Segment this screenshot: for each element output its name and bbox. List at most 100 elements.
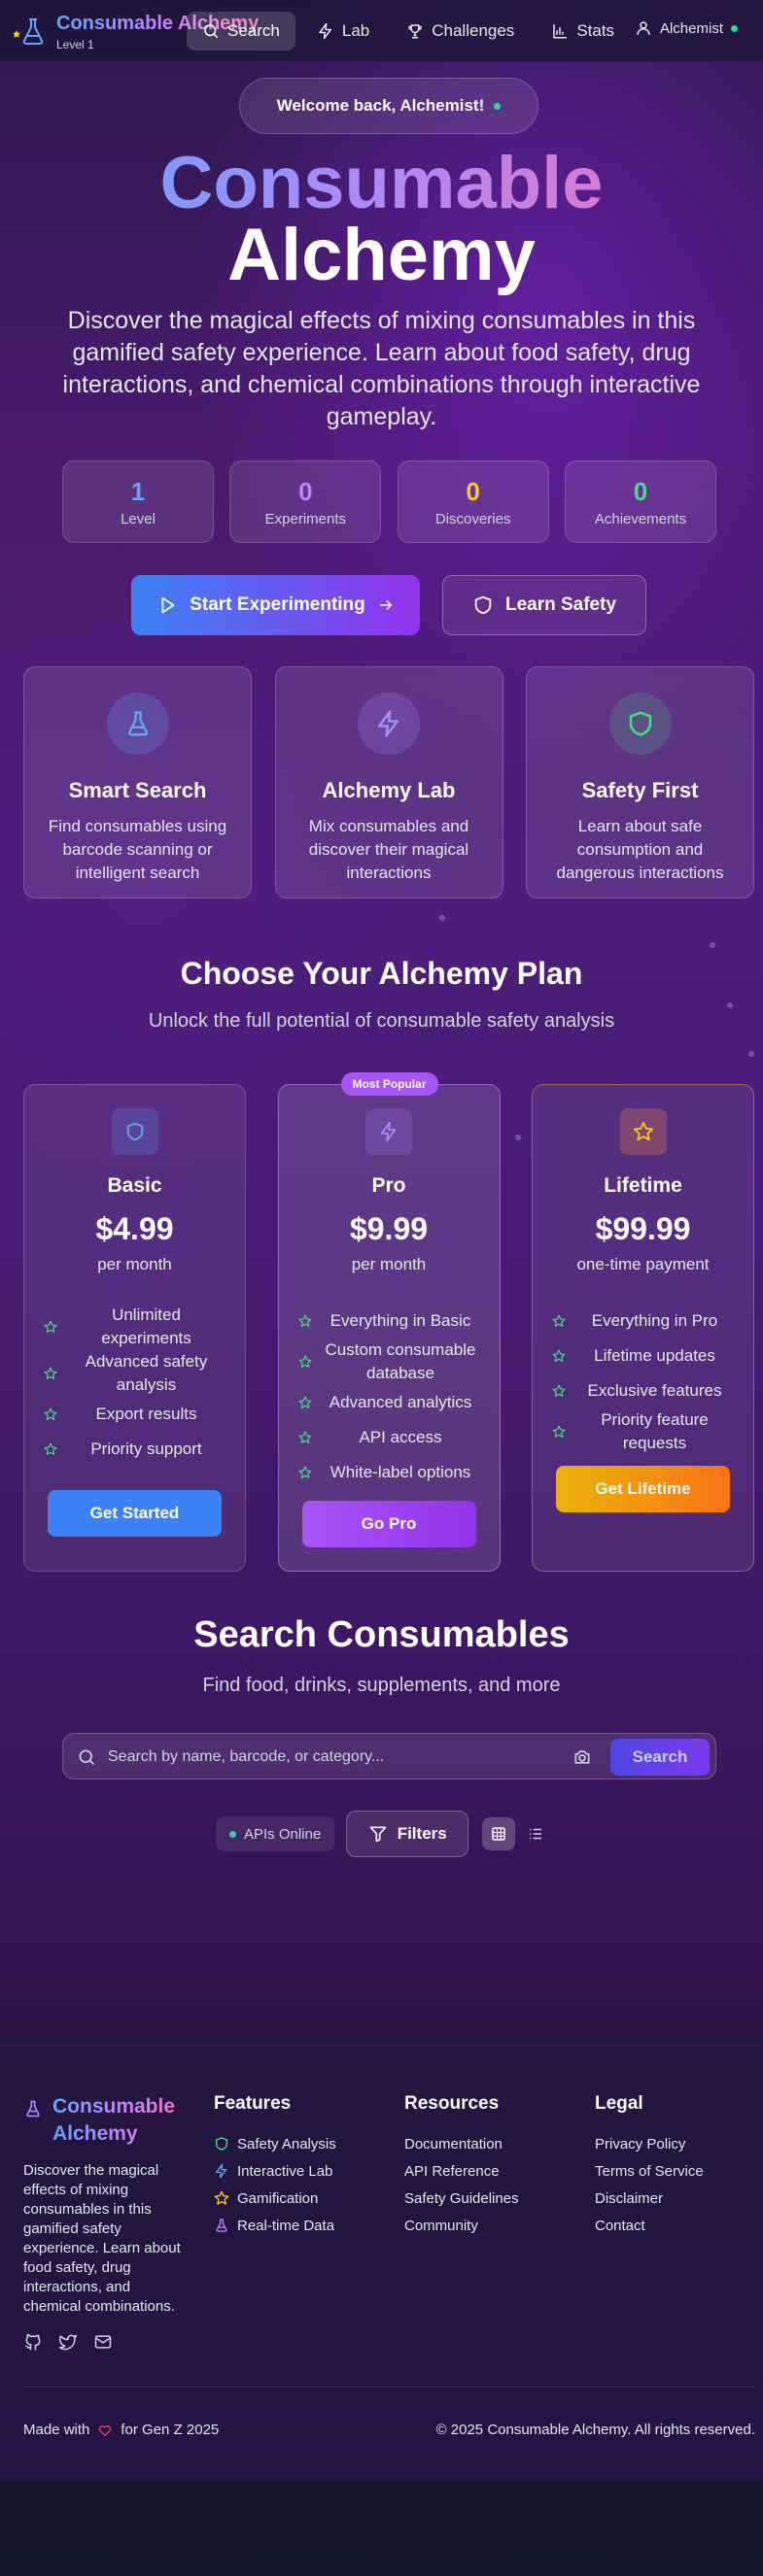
footer-brand[interactable]: Consumable Alchemy — [23, 2093, 189, 2148]
plan-feature: Unlimited experiments — [44, 1304, 225, 1350]
stat-label: Discoveries — [434, 510, 511, 527]
shield-icon — [608, 693, 672, 755]
footer-link[interactable]: Disclaimer — [595, 2185, 704, 2212]
learn-safety-button[interactable]: Learn Safety — [442, 575, 646, 635]
mail-icon[interactable] — [93, 2332, 113, 2352]
plan-feature: Lifetime updates — [552, 1339, 734, 1373]
search-icon — [79, 1749, 95, 1766]
welcome-banner: Welcome back, Alchemist! — [239, 78, 538, 134]
filter-icon — [369, 1826, 387, 1843]
stat-label: Experiments — [264, 510, 347, 527]
plan-name: Lifetime — [604, 1174, 682, 1197]
start-experimenting-button[interactable]: Start Experimenting — [131, 575, 420, 635]
github-icon[interactable] — [23, 2332, 43, 2352]
most-popular-badge: Most Popular — [340, 1072, 438, 1096]
camera-icon[interactable] — [572, 1747, 592, 1767]
search-toolbar: APIs Online Filters — [216, 1811, 552, 1857]
star-icon — [298, 1396, 311, 1408]
shield-icon — [216, 2137, 227, 2151]
api-status-text: APIs Online — [244, 1825, 322, 1843]
plans-subtitle: Unlock the full potential of consumable … — [148, 1010, 615, 1032]
plan-feature: Custom consumable database — [298, 1339, 480, 1385]
learn-safety-label: Learn Safety — [504, 594, 617, 615]
footer: Consumable Alchemy Discover the magical … — [0, 2046, 763, 2481]
get-lifetime-button[interactable]: Get Lifetime — [556, 1466, 730, 1512]
made-with-text: Made with for Gen Z 2025 — [23, 2422, 219, 2438]
plan-feature: Priority feature requests — [552, 1408, 734, 1455]
sparkle-decoration — [727, 1002, 733, 1008]
plans-title: Choose Your Alchemy Plan — [180, 956, 583, 991]
plan-feature-list: Everything in Basic Custom consumable da… — [298, 1304, 480, 1490]
plan-feature: Advanced analytics — [298, 1385, 480, 1420]
feature-card-alchemy-lab[interactable]: Alchemy Lab Mix consumables and discover… — [274, 666, 503, 898]
star-icon — [552, 1425, 566, 1438]
grid-view-button[interactable] — [482, 1817, 516, 1850]
nav-stats[interactable]: Stats — [536, 12, 630, 51]
footer-brand-title: Consumable Alchemy — [52, 2093, 189, 2148]
nav-challenges[interactable]: Challenges — [391, 12, 530, 51]
search-icon — [204, 24, 219, 39]
footer-divider — [23, 2387, 754, 2388]
footer-link[interactable]: API Reference — [404, 2157, 519, 2185]
footer-link[interactable]: Contact — [595, 2212, 704, 2239]
star-icon — [44, 1367, 57, 1379]
plan-feature: Everything in Pro — [552, 1304, 734, 1339]
feature-card-smart-search[interactable]: Smart Search Find consumables using barc… — [23, 666, 252, 898]
nav-lab[interactable]: Lab — [301, 12, 385, 51]
footer-link-label: Safety Analysis — [237, 2135, 336, 2152]
list-view-button[interactable] — [519, 1817, 552, 1850]
twitter-icon[interactable] — [58, 2332, 78, 2352]
footer-link[interactable]: Community — [404, 2212, 519, 2239]
footer-link[interactable]: Terms of Service — [595, 2157, 704, 2185]
plan-feature-text: Everything in Pro — [591, 1311, 718, 1330]
stat-value: 0 — [298, 476, 313, 506]
plan-feature: Priority support — [44, 1432, 225, 1467]
hero-title-line2: Alchemy — [227, 214, 536, 296]
feature-card-safety-first[interactable]: Safety First Learn about safe consumptio… — [526, 666, 754, 898]
footer-legal-heading: Legal — [595, 2093, 643, 2114]
nav-search[interactable]: Search — [187, 12, 295, 51]
plan-feature: Exclusive features — [552, 1373, 734, 1408]
search-input[interactable] — [108, 1740, 574, 1775]
footer-legal-column: Legal Privacy Policy Terms of Service Di… — [595, 2093, 704, 2239]
grid-icon — [492, 1827, 505, 1841]
stats-row: 1 Level 0 Experiments 0 Discoveries 0 Ac… — [62, 460, 716, 543]
flask-icon — [216, 2219, 227, 2232]
footer-link[interactable]: Real-time Data — [214, 2212, 336, 2239]
footer-link[interactable]: Privacy Policy — [595, 2130, 704, 2157]
search-button[interactable]: Search — [610, 1739, 710, 1776]
plan-period: one-time payment — [576, 1255, 710, 1273]
plan-card-basic: Basic $4.99 per month Unlimited experime… — [23, 1084, 246, 1572]
footer-link[interactable]: Gamification — [214, 2185, 336, 2212]
feature-title: Alchemy Lab — [322, 778, 456, 802]
start-experimenting-label: Start Experimenting — [190, 594, 365, 615]
footer-link[interactable]: Documentation — [404, 2130, 519, 2157]
heart-icon — [99, 2424, 112, 2436]
plan-feature-list: Everything in Pro Lifetime updates Exclu… — [552, 1304, 734, 1455]
nav-stats-label: Stats — [576, 21, 615, 40]
plan-period: per month — [97, 1255, 172, 1273]
plan-period: per month — [351, 1255, 427, 1273]
api-status-badge: APIs Online — [216, 1816, 335, 1851]
plan-feature-text: Export results — [95, 1405, 197, 1423]
footer-features-heading: Features — [214, 2093, 292, 2114]
feature-description: Learn about safe consumption and dangero… — [556, 817, 724, 882]
user-icon — [637, 21, 650, 35]
plan-feature: Advanced safety analysis — [44, 1350, 225, 1397]
filters-button[interactable]: Filters — [346, 1811, 469, 1857]
page: Consumable Alchemy Level 1 Search Lab Ch… — [0, 0, 763, 2576]
nav-search-label: Search — [227, 21, 280, 40]
top-nav: Consumable Alchemy Level 1 Search Lab Ch… — [0, 0, 763, 62]
go-pro-button[interactable]: Go Pro — [301, 1501, 476, 1547]
footer-link-label: Interactive Lab — [237, 2162, 333, 2180]
get-started-button[interactable]: Get Started — [48, 1490, 222, 1537]
feature-title: Safety First — [581, 778, 699, 802]
nav-challenges-label: Challenges — [432, 21, 515, 40]
footer-link[interactable]: Safety Guidelines — [404, 2185, 519, 2212]
plan-feature-text: Custom consumable database — [325, 1340, 476, 1382]
footer-link[interactable]: Interactive Lab — [214, 2157, 336, 2185]
user-menu[interactable]: Alchemist — [635, 19, 738, 37]
filters-label: Filters — [397, 1824, 447, 1843]
search-subtitle: Find food, drinks, supplements, and more — [202, 1675, 561, 1696]
footer-link[interactable]: Safety Analysis — [214, 2130, 336, 2157]
